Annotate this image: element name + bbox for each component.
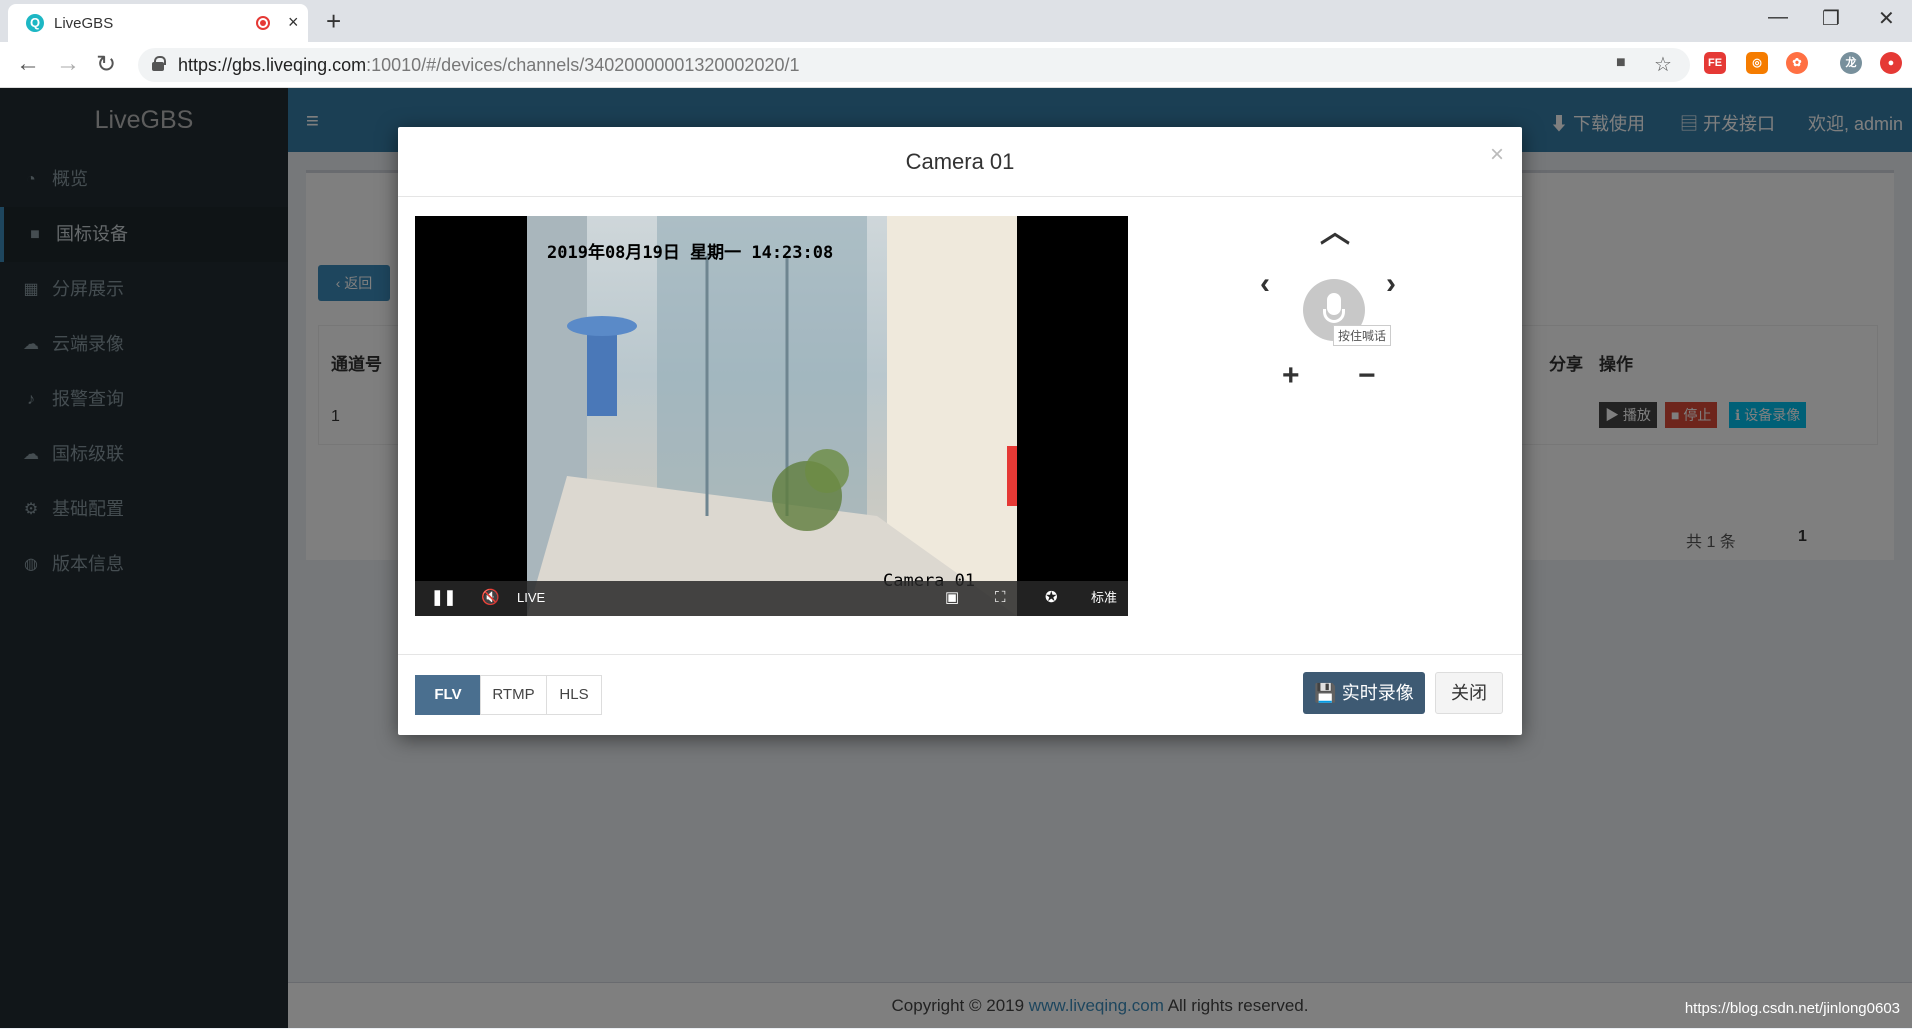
camera-permission-icon[interactable]: ■ bbox=[1616, 54, 1626, 72]
forward-arrow-icon[interactable]: → bbox=[56, 50, 80, 78]
zoom-out-icon[interactable]: − bbox=[1358, 359, 1376, 393]
address-bar[interactable]: https://gbs.liveqing.com:10010/#/devices… bbox=[138, 48, 1690, 82]
modal-title: Camera 01 bbox=[905, 149, 1015, 174]
reload-icon[interactable]: ↻ bbox=[96, 50, 116, 79]
extension-circle-icon[interactable]: ✿ bbox=[1786, 52, 1808, 74]
bookmark-star-icon[interactable]: ☆ bbox=[1654, 52, 1672, 77]
quality-selector[interactable]: 标准 bbox=[1091, 588, 1117, 608]
extension-red-icon[interactable]: ● bbox=[1880, 52, 1902, 74]
fullscreen-icon[interactable]: ⛶ bbox=[995, 588, 1006, 608]
zoom-in-icon[interactable]: + bbox=[1282, 359, 1300, 393]
url-text: https://gbs.liveqing.com:10010/#/devices… bbox=[178, 55, 800, 75]
window-close-button[interactable]: ✕ bbox=[1878, 6, 1895, 31]
ptz-left-icon[interactable]: ‹ bbox=[1260, 267, 1270, 301]
tab-close-button[interactable]: × bbox=[288, 12, 299, 33]
extension-fe-icon[interactable]: FE bbox=[1704, 52, 1726, 74]
browser-tab[interactable]: Q LiveGBS × bbox=[8, 4, 308, 42]
browser-tab-bar: Q LiveGBS × + — ❐ ✕ bbox=[0, 0, 1912, 42]
ptz-right-icon[interactable]: › bbox=[1386, 267, 1396, 301]
modal-header: Camera 01 × bbox=[398, 127, 1522, 197]
format-flv-button[interactable]: FLV bbox=[415, 675, 481, 715]
browser-navbar: ← → ↻ https://gbs.liveqing.com:10010/#/d… bbox=[0, 42, 1912, 88]
picture-in-picture-icon[interactable]: ▣ bbox=[945, 588, 959, 608]
live-label: LIVE bbox=[517, 590, 546, 605]
live-record-button[interactable]: 💾 实时录像 bbox=[1303, 672, 1425, 714]
modal-footer-close-button[interactable]: 关闭 bbox=[1435, 672, 1503, 714]
minimize-button[interactable]: — bbox=[1768, 6, 1788, 29]
modal-close-button[interactable]: × bbox=[1490, 141, 1504, 169]
video-controls: ❚❚ 🔇 LIVE ▣ ⛶ ✪ 标准 bbox=[415, 581, 1128, 616]
profile-avatar[interactable]: 龙 bbox=[1840, 52, 1862, 74]
snapshot-icon[interactable]: ✪ bbox=[1045, 588, 1058, 608]
recording-indicator-icon bbox=[256, 16, 270, 30]
format-rtmp-button[interactable]: RTMP bbox=[480, 675, 547, 715]
osd-timestamp: 2019年08月19日 星期一 14:23:08 bbox=[547, 243, 834, 263]
mic-tooltip: 按住喊话 bbox=[1333, 325, 1392, 346]
new-tab-button[interactable]: + bbox=[326, 6, 341, 37]
microphone-stand-icon bbox=[1323, 309, 1345, 323]
extension-orange-icon[interactable]: ◎ bbox=[1746, 52, 1768, 74]
ptz-up-icon[interactable]: ︿ bbox=[1320, 207, 1350, 251]
mute-icon[interactable]: 🔇 bbox=[481, 588, 500, 608]
watermark: https://blog.csdn.net/jinlong0603 bbox=[1684, 1000, 1900, 1017]
lock-icon bbox=[152, 56, 166, 71]
camera-feed: 2019年08月19日 星期一 14:23:08 Camera 01 bbox=[527, 216, 1017, 616]
maximize-button[interactable]: ❐ bbox=[1822, 6, 1840, 31]
pause-icon[interactable]: ❚❚ bbox=[431, 588, 456, 608]
camera-scene-image bbox=[527, 216, 1017, 616]
back-arrow-icon[interactable]: ← bbox=[16, 50, 40, 78]
tab-title: LiveGBS bbox=[54, 15, 114, 32]
format-hls-button[interactable]: HLS bbox=[546, 675, 602, 715]
camera-modal: Camera 01 × 2019年08月19日 星期一 14:23:08 Cam… bbox=[398, 127, 1522, 735]
video-player[interactable]: 2019年08月19日 星期一 14:23:08 Camera 01 ❚❚ 🔇 … bbox=[415, 216, 1128, 616]
save-icon: 💾 bbox=[1314, 683, 1337, 703]
modal-footer: FLV RTMP HLS 💾 实时录像 关闭 bbox=[398, 654, 1522, 735]
favicon-icon: Q bbox=[26, 14, 44, 32]
